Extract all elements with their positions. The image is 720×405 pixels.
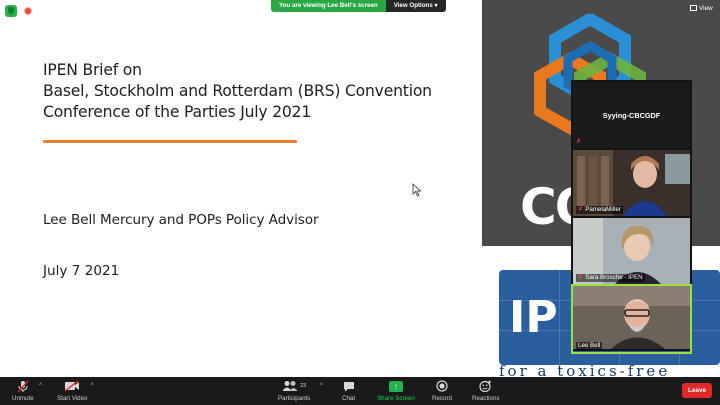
share-screen-button[interactable]: ↑ Share Screen	[377, 379, 415, 402]
slide-title-line: Conference of the Parties July 2021	[43, 103, 312, 121]
smiley-plus-icon	[479, 379, 492, 393]
record-button[interactable]: Record	[432, 379, 452, 402]
slide-tagline: for a toxics-free future	[499, 365, 671, 377]
chat-bubble-icon	[343, 379, 355, 393]
participant-count: 23	[300, 383, 307, 389]
share-status-text: You are viewing Lee Bell's screen	[271, 0, 386, 12]
slide-title-line: Basel, Stockholm and Rotterdam (BRS) Con…	[43, 82, 432, 100]
chat-button[interactable]: Chat	[342, 379, 355, 402]
screen-share-banner: You are viewing Lee Bell's screen View O…	[271, 0, 446, 12]
recording-indicator-icon[interactable]	[24, 7, 32, 15]
security-shield-icon[interactable]	[5, 5, 17, 17]
participants-button[interactable]: 23 Participants	[278, 379, 310, 402]
slide-title: IPEN Brief on Basel, Stockholm and Rotte…	[43, 60, 432, 123]
start-video-button[interactable]: Start Video	[57, 379, 88, 402]
participant-tile-active-speaker[interactable]: Lee Bell	[571, 284, 692, 354]
participant-label: Lee Bell	[576, 342, 603, 350]
participant-label: ✗ Sara Brosche - IPEN	[576, 274, 645, 282]
participant-name: PamelaMiller	[585, 206, 621, 213]
share-screen-icon: ↑	[388, 379, 403, 393]
view-label: View	[699, 5, 713, 12]
share-screen-label: Share Screen	[377, 395, 415, 402]
muted-mic-icon: ✗	[578, 206, 584, 213]
grid-view-icon	[690, 5, 697, 11]
chevron-down-icon: ▾	[434, 2, 438, 9]
participant-video	[573, 286, 690, 349]
video-options-caret-icon[interactable]: ^	[91, 383, 94, 389]
chat-label: Chat	[342, 395, 356, 402]
meeting-toolbar: Unmute ^ Start Video ^ 23 Participants ^…	[0, 377, 720, 405]
participant-label: ✗ PamelaMiller	[576, 206, 623, 214]
reactions-button[interactable]: Reactions	[472, 379, 500, 402]
participant-name: Syying-CBCGDF	[602, 110, 661, 120]
participants-label: Participants	[278, 395, 311, 402]
unmute-button[interactable]: Unmute	[12, 379, 34, 402]
audio-options-caret-icon[interactable]: ^	[39, 383, 42, 389]
reactions-label: Reactions	[472, 395, 500, 402]
participant-tile[interactable]: ✗ PamelaMiller	[573, 150, 690, 216]
video-off-icon	[64, 379, 80, 393]
muted-mic-icon: ✗	[576, 138, 582, 145]
leave-button[interactable]: Leave	[682, 383, 712, 398]
participant-name: Sara Brosche - IPEN	[585, 274, 643, 281]
title-underline	[43, 140, 297, 143]
view-options-label: View Options	[393, 2, 433, 9]
slide-title-line: IPEN Brief on	[43, 61, 142, 79]
slide-presenter: Lee Bell Mercury and POPs Policy Advisor	[43, 212, 319, 228]
participant-gallery: Syying-CBCGDF ✗ ✗ PamelaMiller ✗ Sara Bros…	[571, 80, 692, 354]
banner-letters: IP	[509, 292, 558, 343]
muted-mic-icon: ✗	[578, 274, 584, 281]
participant-tile[interactable]: Syying-CBCGDF ✗	[573, 82, 690, 148]
muted-microphone-icon	[17, 379, 29, 393]
view-options-button[interactable]: View Options ▾	[385, 0, 446, 12]
participants-caret-icon[interactable]: ^	[320, 383, 323, 389]
participants-icon: 23	[282, 379, 306, 393]
view-button[interactable]: View	[690, 5, 713, 12]
participant-tile[interactable]: ✗ Sara Brosche - IPEN	[573, 218, 690, 284]
mouse-cursor-icon	[412, 183, 422, 197]
slide-date: July 7 2021	[43, 263, 120, 279]
unmute-label: Unmute	[12, 395, 34, 402]
participant-name: Lee Bell	[578, 342, 601, 349]
record-label: Record	[432, 395, 452, 402]
record-icon	[436, 379, 448, 393]
start-video-label: Start Video	[57, 395, 88, 402]
